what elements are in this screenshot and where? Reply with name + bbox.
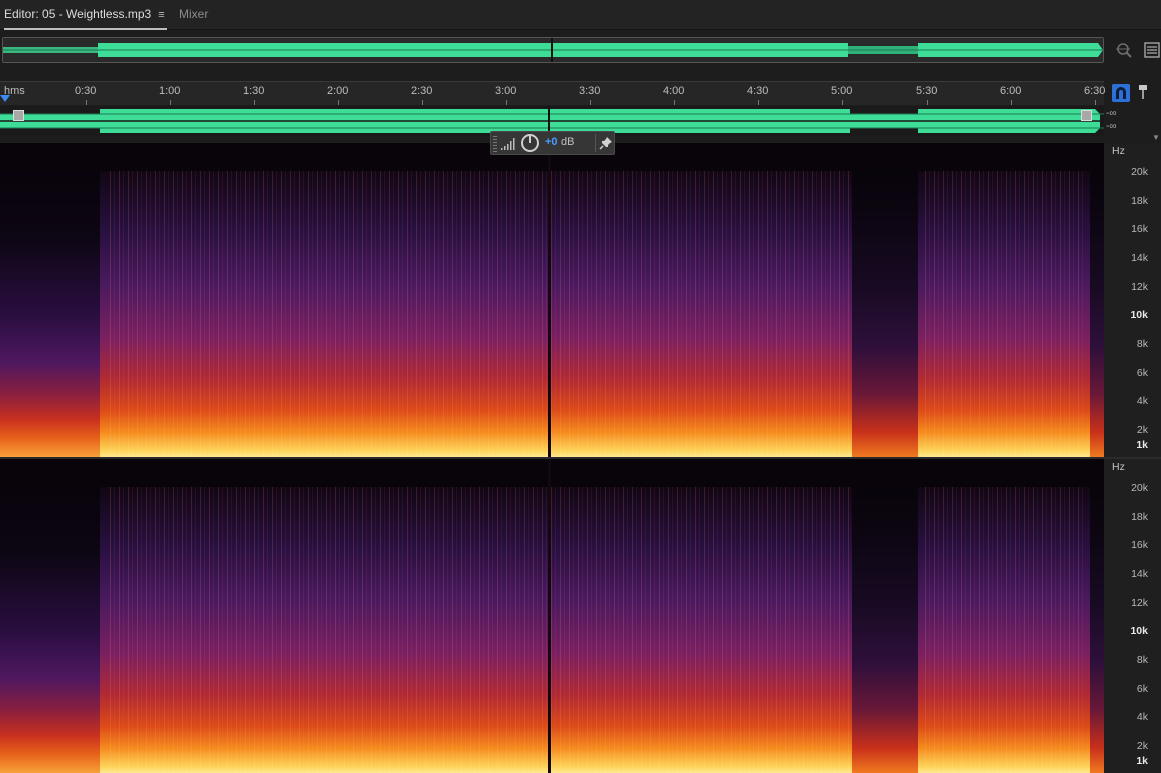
frequency-tick-label: 12k (1131, 281, 1148, 293)
tick-mark (338, 100, 339, 105)
heads-up-volume-display[interactable]: +0 dB (490, 131, 615, 155)
frequency-tick-label: 1k (1136, 439, 1148, 451)
overview-waveform (3, 38, 1103, 62)
scroll-down-icon[interactable]: ▼ (1152, 133, 1160, 142)
tick-mark (674, 100, 675, 105)
volume-value[interactable]: +0 (545, 136, 558, 148)
marker-pin-icon[interactable] (1137, 84, 1149, 100)
tick-mark (422, 100, 423, 105)
spectral-quiet-region (852, 143, 918, 457)
tick-mark (590, 100, 591, 105)
hud-drag-grip[interactable] (493, 136, 497, 152)
overview-playhead (551, 38, 553, 62)
spectral-transients (925, 487, 1085, 773)
tick-mark (1095, 100, 1096, 105)
spectral-quiet-region (852, 459, 918, 773)
hud-divider (595, 134, 596, 152)
frequency-tick-label: 16k (1131, 539, 1148, 551)
tick-mark (1011, 100, 1012, 105)
frequency-tick-label: 6k (1136, 683, 1148, 695)
spectral-end-region (1090, 143, 1104, 457)
overview-navigator[interactable] (2, 37, 1104, 63)
tick-label: 6:30 (1084, 85, 1106, 97)
spectral-end-region (1090, 459, 1104, 773)
channel-level-readout: -∞ (1106, 108, 1117, 119)
tab-editor[interactable]: Editor: 05 - Weightless.mp3 ≡ (4, 0, 167, 30)
tick-label: 1:00 (159, 85, 181, 97)
panel-menu-icon[interactable]: ≡ (158, 1, 164, 29)
tick-mark (758, 100, 759, 105)
frequency-axis: Hz 20k 18k 16k 14k 12k 10k 8k 6k 4k 2k 1… (1104, 143, 1161, 457)
fade-out-handle[interactable] (1081, 110, 1092, 121)
frequency-tick-label: 4k (1136, 711, 1148, 723)
fade-in-handle[interactable] (13, 110, 24, 121)
frequency-tick-label: 20k (1131, 166, 1148, 178)
snap-magnet-icon[interactable] (1112, 84, 1130, 102)
tick-label: 0:30 (75, 85, 97, 97)
tick-label: 5:00 (831, 85, 853, 97)
tick-label: 3:00 (495, 85, 517, 97)
spectral-display-right-channel[interactable] (0, 459, 1104, 773)
frequency-tick-label: 16k (1131, 223, 1148, 235)
spectral-transients (110, 171, 852, 457)
tick-label: 5:30 (916, 85, 938, 97)
tick-mark (927, 100, 928, 105)
frequency-tick-label: 18k (1131, 511, 1148, 523)
frequency-tick-label: 20k (1131, 482, 1148, 494)
frequency-unit: Hz (1112, 461, 1125, 473)
tab-editor-label: Editor: 05 - Weightless.mp3 (4, 7, 152, 21)
frequency-tick-label: 10k (1130, 625, 1148, 637)
volume-bars-icon (501, 138, 515, 150)
tick-mark (254, 100, 255, 105)
frequency-tick-label: 1k (1136, 755, 1148, 767)
frequency-tick-label: 8k (1136, 338, 1148, 350)
spectral-transients (925, 171, 1085, 457)
frequency-tick-label: 18k (1131, 195, 1148, 207)
tick-label: 3:30 (579, 85, 601, 97)
frequency-tick-label: 14k (1131, 252, 1148, 264)
pin-icon[interactable] (599, 136, 613, 150)
tick-label: 6:00 (1000, 85, 1022, 97)
playhead-marker[interactable] (0, 95, 10, 102)
frequency-tick-label: 2k (1136, 740, 1148, 752)
tick-mark (86, 100, 87, 105)
frequency-tick-label: 4k (1136, 395, 1148, 407)
frequency-unit: Hz (1112, 145, 1125, 157)
frequency-axis: Hz 20k 18k 16k 14k 12k 10k 8k 6k 4k 2k 1… (1104, 459, 1161, 773)
frequency-tick-label: 12k (1131, 597, 1148, 609)
tab-mixer[interactable]: Mixer (179, 0, 208, 30)
volume-unit: dB (561, 136, 575, 148)
volume-knob[interactable] (521, 134, 539, 152)
zoom-magnifier-icon[interactable] (1115, 41, 1133, 59)
spectral-transients (110, 487, 852, 773)
channel-level-readout: -∞ (1106, 121, 1117, 132)
tick-mark (842, 100, 843, 105)
spectral-upper-band (0, 459, 1104, 488)
spectral-intro-region (0, 459, 100, 773)
playhead-line (548, 143, 551, 457)
frequency-tick-label: 6k (1136, 367, 1148, 379)
playhead-line (548, 459, 551, 773)
spectral-intro-region (0, 143, 100, 457)
tick-label: 4:00 (663, 85, 685, 97)
panel-menu-icon[interactable] (1144, 41, 1160, 59)
panel-tab-bar: Editor: 05 - Weightless.mp3 ≡ Mixer (0, 0, 1161, 30)
tick-label: 2:30 (411, 85, 433, 97)
frequency-tick-label: 8k (1136, 654, 1148, 666)
frequency-tick-label: 14k (1131, 568, 1148, 580)
frequency-tick-label: 10k (1130, 309, 1148, 321)
tick-label: 2:00 (327, 85, 349, 97)
tick-label: 4:30 (747, 85, 769, 97)
tick-mark (506, 100, 507, 105)
spectral-display-left-channel[interactable] (0, 143, 1104, 457)
tick-label: 1:30 (243, 85, 265, 97)
frequency-tick-label: 2k (1136, 424, 1148, 436)
timeline-ruler[interactable]: hms 0:30 1:00 1:30 2:00 2:30 3:00 3:30 4… (0, 81, 1106, 105)
tick-mark (170, 100, 171, 105)
